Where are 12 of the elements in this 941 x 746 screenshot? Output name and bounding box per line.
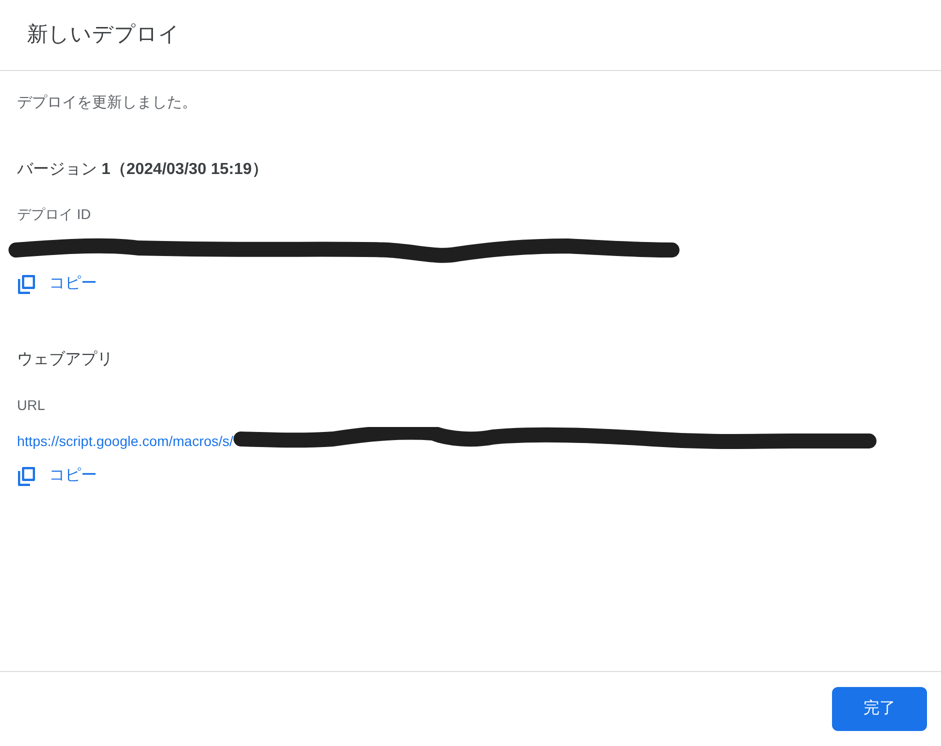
status-message: デプロイを更新しました。 [17, 93, 197, 113]
section-heading: ウェブアプリ [17, 350, 113, 370]
dialog-title: 新しいデプロイ [27, 22, 180, 48]
field-label: URL [17, 396, 46, 415]
copy-icon [17, 274, 36, 294]
version-heading: バージョン 1（2024/03/30 15:19） [17, 160, 268, 180]
done-button[interactable]: 完了 [832, 687, 927, 731]
url-link[interactable]: https://script.google.com/macros/s/ [17, 431, 234, 451]
copy-link[interactable]: コピー [17, 274, 97, 294]
copy-link[interactable]: コピー [17, 466, 97, 486]
copy-icon [17, 466, 36, 486]
field-label: デプロイ ID [17, 205, 91, 224]
